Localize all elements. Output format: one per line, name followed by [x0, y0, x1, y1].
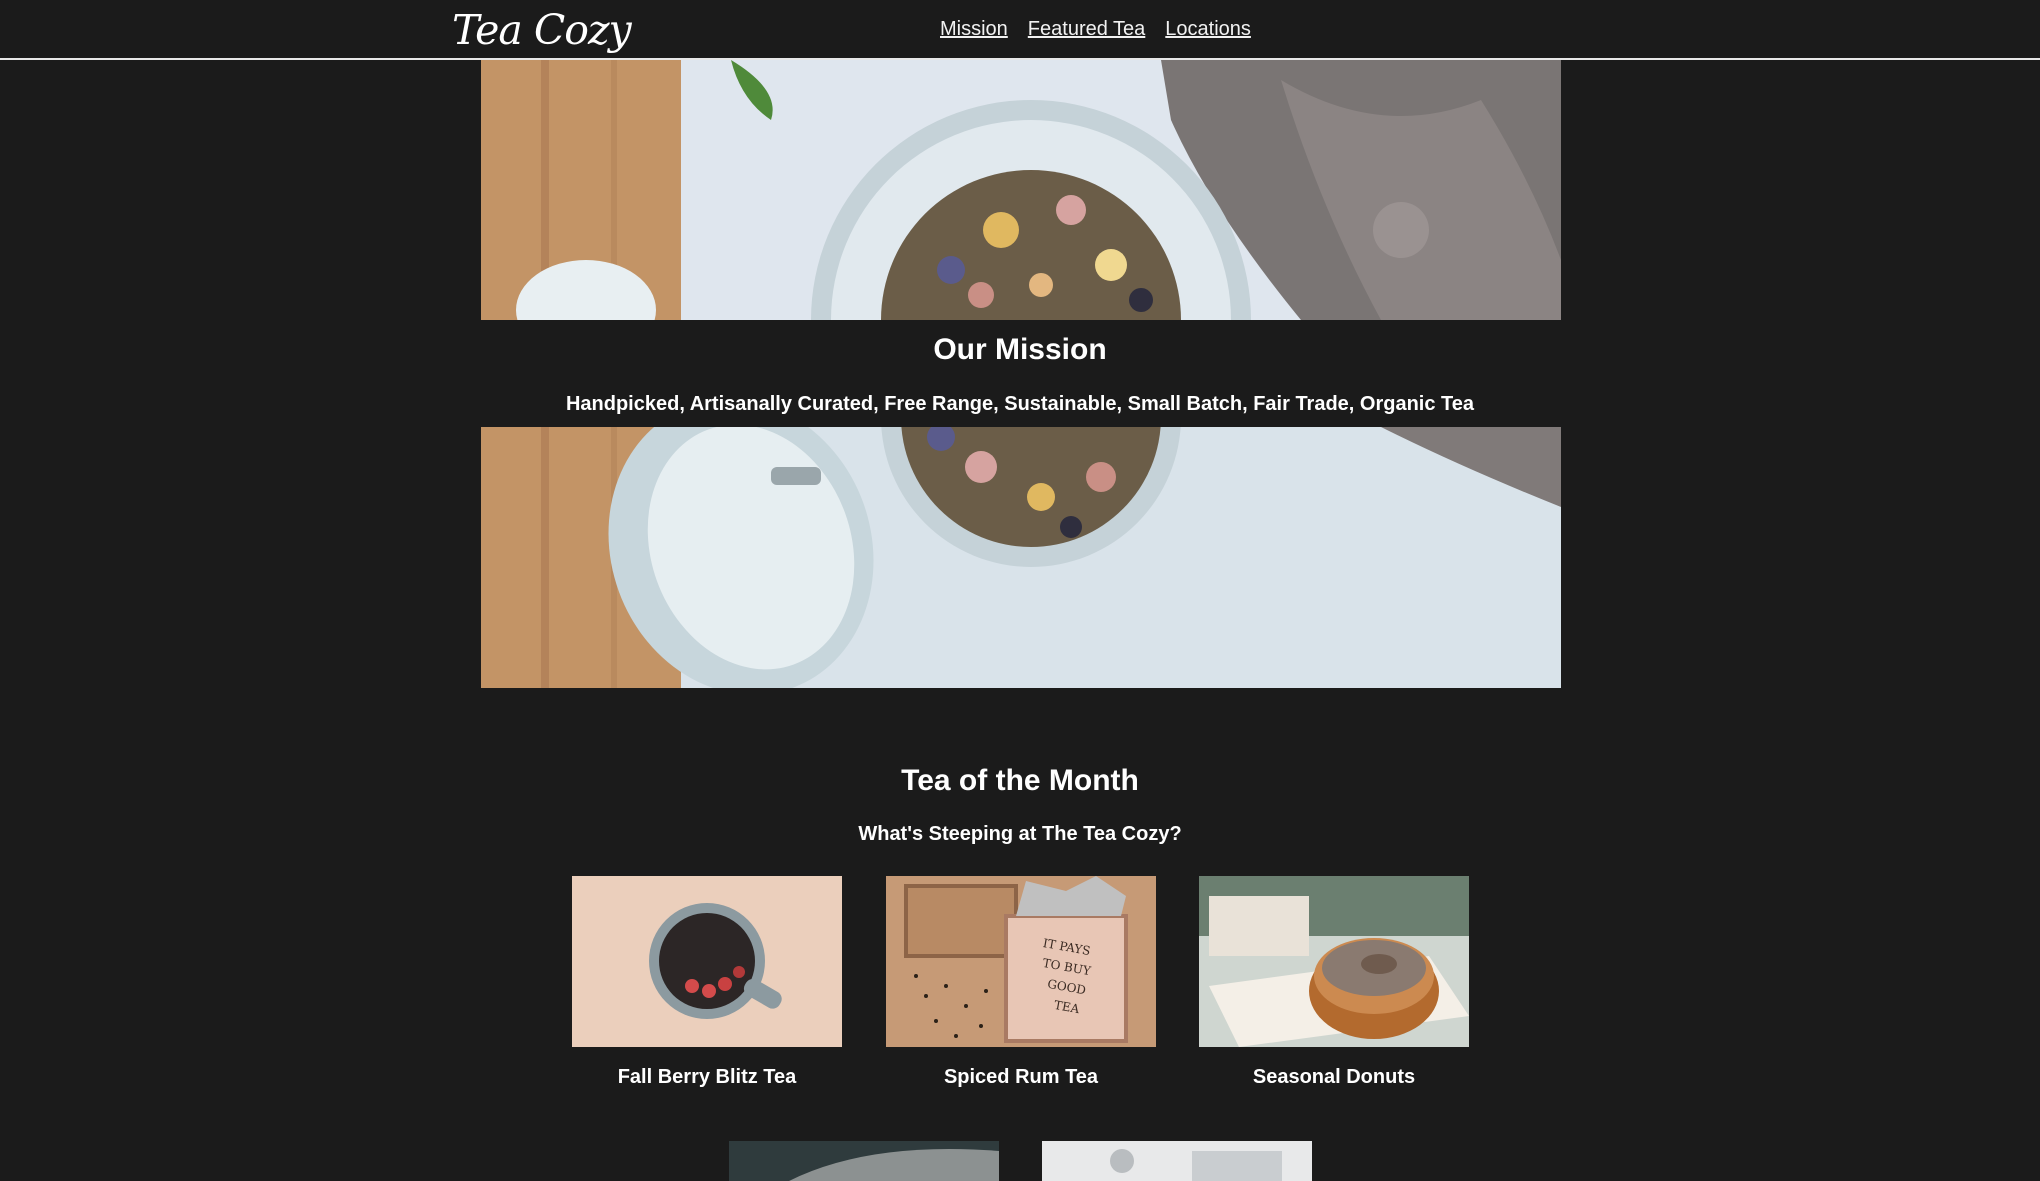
tea-card-seasonal-donuts[interactable]: Seasonal Donuts — [1199, 876, 1469, 1089]
mission-subtitle: Handpicked, Artisanally Curated, Free Ra… — [565, 393, 1475, 415]
tea-card-caption: Spiced Rum Tea — [943, 1066, 1099, 1088]
tea-of-month-title: Tea of the Month — [901, 764, 1139, 797]
tea-crate-image[interactable]: IT PAYS TO BUY GOOD TEA — [886, 876, 1156, 1047]
tea-card-partial-5[interactable] — [1042, 1141, 1312, 1181]
tea-card-partial-4[interactable] — [729, 1141, 999, 1181]
donut-image[interactable] — [1199, 876, 1469, 1047]
nav-link-featured-tea[interactable]: Featured Tea — [1028, 18, 1146, 41]
tea-card-caption: Fall Berry Blitz Tea — [617, 1066, 797, 1088]
partial-image-4[interactable] — [729, 1141, 999, 1181]
berry-tea-cup-image[interactable] — [572, 876, 842, 1047]
logo[interactable]: Tea Cozy — [452, 2, 632, 58]
tea-card-spiced-rum[interactable]: IT PAYS TO BUY GOOD TEA Spiced Rum Tea — [886, 876, 1156, 1089]
tea-card-caption: Seasonal Donuts — [1252, 1066, 1416, 1088]
mission-title: Our Mission — [933, 333, 1107, 366]
tea-of-month-subtitle: What's Steeping at The Tea Cozy? — [858, 823, 1182, 845]
nav-link-mission[interactable]: Mission — [940, 18, 1008, 41]
main-nav: Mission Featured Tea Locations — [940, 0, 1251, 58]
top-navbar: Tea Cozy Mission Featured Tea Locations — [0, 0, 2040, 60]
hero-image-top — [481, 60, 1561, 320]
hero-image-bottom — [481, 427, 1561, 688]
nav-link-locations[interactable]: Locations — [1165, 18, 1251, 41]
tea-card-fall-berry-blitz[interactable]: Fall Berry Blitz Tea — [572, 876, 842, 1089]
partial-image-5[interactable] — [1042, 1141, 1312, 1181]
